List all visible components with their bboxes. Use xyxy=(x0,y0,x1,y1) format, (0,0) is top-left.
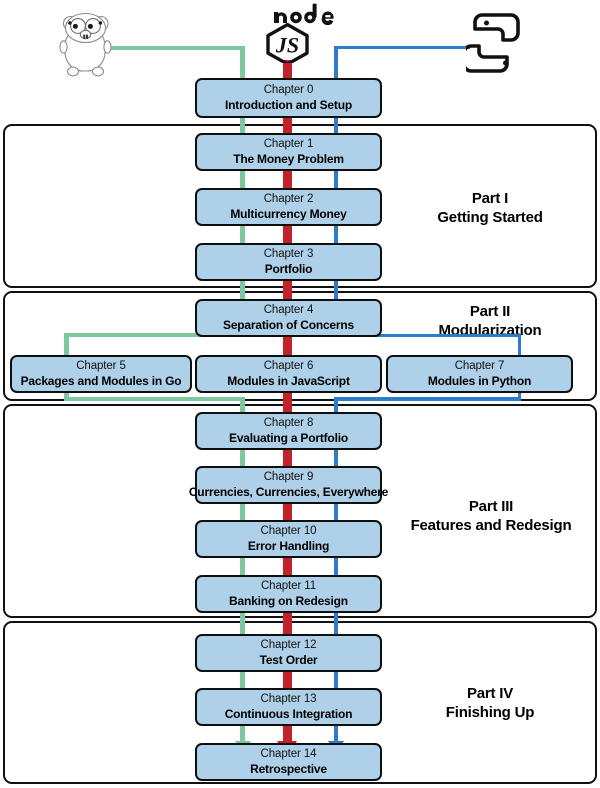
chapter-box-4[interactable]: Chapter 4 Separation of Concerns xyxy=(195,299,382,337)
part-section-3-label: Part III Features and Redesign xyxy=(410,498,572,534)
python-logo-eye-bottom xyxy=(503,60,508,66)
chapter-box-5-title: Packages and Modules in Go xyxy=(20,373,182,388)
python-logo xyxy=(466,12,526,74)
go-gopher-logo xyxy=(56,8,118,80)
chapter-box-11-title: Banking on Redesign xyxy=(229,593,348,608)
chapter-box-8-number: Chapter 8 xyxy=(263,417,314,430)
chapter-box-1-title: The Money Problem xyxy=(233,151,344,166)
chapter-box-12-title: Test Order xyxy=(259,652,318,667)
chapter-box-1[interactable]: Chapter 1 The Money Problem xyxy=(195,133,382,171)
chapter-box-4-number: Chapter 4 xyxy=(263,304,314,317)
chapter-box-10-number: Chapter 10 xyxy=(260,525,317,538)
chapter-box-3-title: Portfolio xyxy=(264,261,313,276)
chapter-box-2[interactable]: Chapter 2 Multicurrency Money xyxy=(195,188,382,226)
chapter-box-10-title: Error Handling xyxy=(247,538,330,553)
go-track-return-from-ch5-horizontal-bottom xyxy=(64,396,245,401)
go-track-segment-from-logo xyxy=(104,45,244,50)
chapter-box-4-title: Separation of Concerns xyxy=(223,317,354,332)
chapter-box-14-title: Retrospective xyxy=(250,761,327,776)
chapter-box-8-title: Evaluating a Portfolio xyxy=(229,430,348,445)
chapter-box-0-title: Introduction and Setup xyxy=(225,97,352,112)
part-section-4-label: Part IV Finishing Up xyxy=(445,685,535,721)
chapter-box-13[interactable]: Chapter 13 Continuous Integration xyxy=(195,688,382,726)
chapter-box-0-number: Chapter 0 xyxy=(263,84,314,97)
chapter-box-8[interactable]: Chapter 8 Evaluating a Portfolio xyxy=(195,412,382,450)
chapter-box-14-number: Chapter 14 xyxy=(260,748,317,761)
python-logo-eye-top xyxy=(484,20,489,26)
chapter-box-7[interactable]: Chapter 7 Modules in Python xyxy=(386,355,573,393)
chapter-box-11[interactable]: Chapter 11 Banking on Redesign xyxy=(195,575,382,613)
chapter-box-6-number: Chapter 6 xyxy=(263,360,314,373)
chapter-box-12-number: Chapter 12 xyxy=(260,639,317,652)
chapter-box-14[interactable]: Chapter 14 Retrospective xyxy=(195,743,382,781)
python-track-return-from-ch7-horizontal-bottom xyxy=(334,397,521,401)
chapter-box-7-number: Chapter 7 xyxy=(454,360,505,373)
chapter-box-11-number: Chapter 11 xyxy=(260,580,317,593)
chapter-box-9[interactable]: Chapter 9 Currencies, Currencies, Everyw… xyxy=(189,466,388,504)
chapter-box-3-number: Chapter 3 xyxy=(263,248,314,261)
nodejs-hexagon-logo: JS xyxy=(265,23,310,63)
chapter-box-2-title: Multicurrency Money xyxy=(230,206,347,221)
chapter-box-12[interactable]: Chapter 12 Test Order xyxy=(195,634,382,672)
nodejs-hexagon-text: JS xyxy=(275,33,299,58)
chapter-box-9-number: Chapter 9 xyxy=(263,471,314,484)
chapter-box-5[interactable]: Chapter 5 Packages and Modules in Go xyxy=(10,355,192,393)
chapter-box-3[interactable]: Chapter 3 Portfolio xyxy=(195,243,382,281)
chapter-box-1-number: Chapter 1 xyxy=(263,138,314,151)
chapter-box-2-number: Chapter 2 xyxy=(263,193,314,206)
python-track-segment-from-logo xyxy=(334,46,470,49)
chapter-roadmap-diagram: Part I Getting Started Part II Modulariz… xyxy=(0,0,600,788)
chapter-box-5-number: Chapter 5 xyxy=(76,360,126,373)
chapter-box-0[interactable]: Chapter 0 Introduction and Setup xyxy=(195,78,382,118)
chapter-box-13-number: Chapter 13 xyxy=(260,693,317,706)
chapter-box-13-title: Continuous Integration xyxy=(224,706,353,721)
part-section-1-label: Part I Getting Started xyxy=(437,190,543,226)
chapter-box-6[interactable]: Chapter 6 Modules in JavaScript xyxy=(195,355,382,393)
chapter-box-7-title: Modules in Python xyxy=(427,373,532,388)
chapter-box-9-title: Currencies, Currencies, Everywhere xyxy=(188,484,389,499)
chapter-box-10[interactable]: Chapter 10 Error Handling xyxy=(195,520,382,558)
chapter-box-6-title: Modules in JavaScript xyxy=(227,373,350,388)
